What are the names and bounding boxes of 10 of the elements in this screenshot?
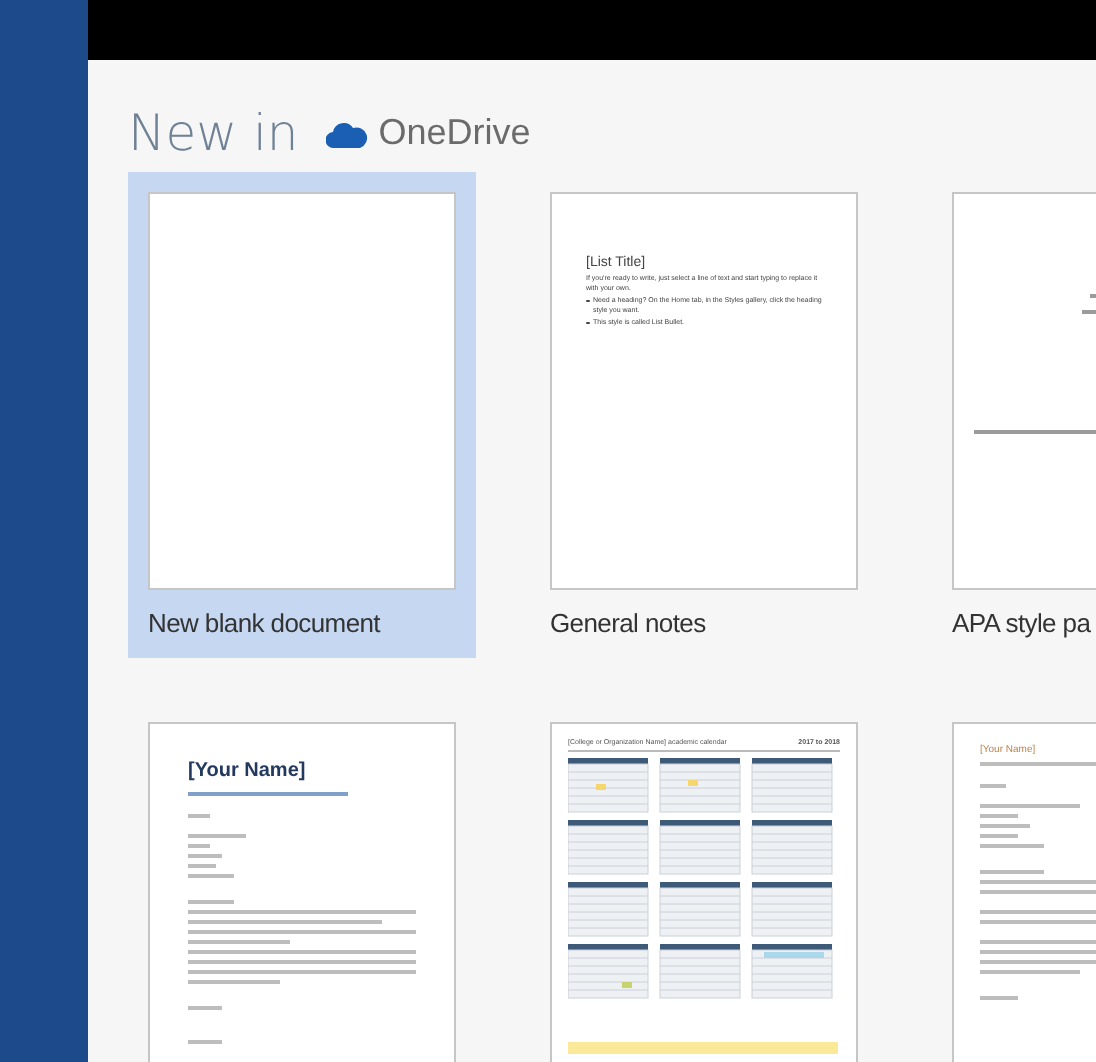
template-name: APA style pa <box>952 605 1093 642</box>
service-name: OneDrive <box>378 110 531 157</box>
template-name: New blank document <box>148 605 383 641</box>
template-tile[interactable]: New blank document <box>128 171 476 658</box>
template-name: General notes <box>550 605 708 641</box>
name-heading: [Your Name] <box>188 760 308 784</box>
cloud-icon <box>326 119 369 148</box>
template-tile[interactable]: [Your Name] <box>128 702 476 1062</box>
page-heading: New in <box>128 102 299 166</box>
template-tile[interactable]: APA style pa <box>932 171 1096 658</box>
